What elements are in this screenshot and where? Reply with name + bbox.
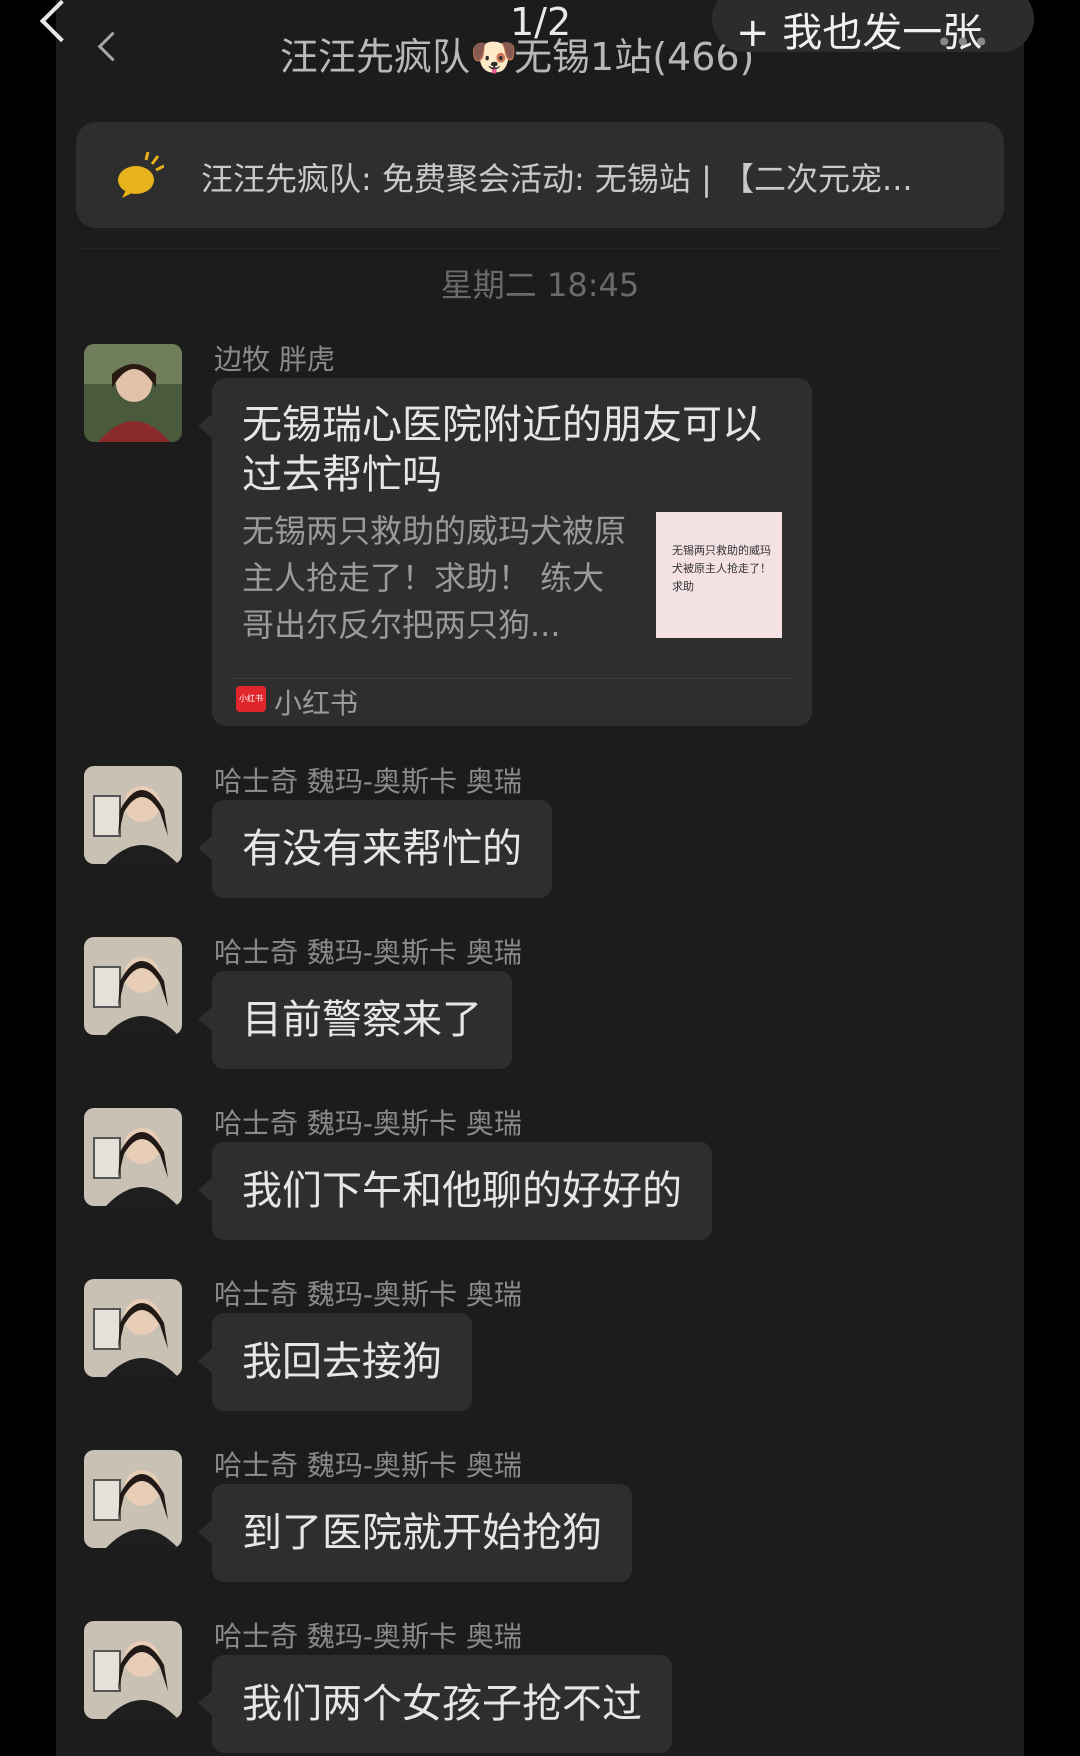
avatar[interactable] — [84, 766, 182, 864]
message-bubble[interactable]: 我们两个女孩子抢不过 — [198, 1655, 672, 1753]
group-notice-bar[interactable]: 汪汪先疯队: 免费聚会活动: 无锡站 | 【二次元宠... — [76, 122, 1004, 228]
sender-name: 哈士奇 魏玛-奥斯卡 奥瑞 — [214, 1107, 522, 1140]
header: 汪汪先疯队🐶无锡1站(466) 1/2 + 我也发一张 ••• — [0, 0, 1080, 100]
message-bubble[interactable]: 到了医院就开始抢狗 — [198, 1484, 632, 1582]
sender-name: 哈士奇 魏玛-奥斯卡 奥瑞 — [214, 936, 522, 969]
avatar[interactable] — [84, 1108, 182, 1206]
message-bubble[interactable]: 我回去接狗 — [198, 1313, 472, 1411]
link-thumbnail: 无锡两只救助的威玛犬被原主人抢走了！求助 — [656, 512, 782, 638]
divider — [76, 248, 1004, 249]
megaphone-icon — [118, 152, 164, 198]
divider — [228, 678, 796, 679]
share-button[interactable]: + 我也发一张 ••• — [712, 0, 1034, 59]
link-title: 无锡瑞心医院附近的朋友可以过去帮忙吗 — [242, 402, 762, 498]
notice-text: 汪汪先疯队: 免费聚会活动: 无锡站 | 【二次元宠... — [201, 160, 913, 198]
sender-name: 边牧 胖虎 — [214, 343, 335, 376]
dog-emoji-icon: 🐶 — [470, 35, 518, 79]
sender-name: 哈士奇 魏玛-奥斯卡 奥瑞 — [214, 1278, 522, 1311]
timestamp: 星期二 18:45 — [440, 266, 640, 304]
back-icon[interactable] — [97, 31, 128, 62]
avatar[interactable] — [84, 344, 182, 442]
link-description: 无锡两只救助的威玛犬被原主人抢走了！求助！ 练大哥出尔反尔把两只狗... — [242, 512, 627, 644]
message-bubble[interactable]: 有没有来帮忙的 — [198, 800, 552, 898]
more-icon[interactable]: ••• — [936, 26, 992, 59]
sender-name: 哈士奇 魏玛-奥斯卡 奥瑞 — [214, 765, 522, 798]
avatar[interactable] — [84, 1450, 182, 1548]
sender-name: 哈士奇 魏玛-奥斯卡 奥瑞 — [214, 1449, 522, 1482]
page-counter: 1/2 — [510, 0, 572, 44]
message-bubble[interactable]: 目前警察来了 — [198, 971, 512, 1069]
shared-link-card[interactable]: 无锡瑞心医院附近的朋友可以过去帮忙吗 无锡两只救助的威玛犬被原主人抢走了！求助！… — [198, 378, 812, 726]
avatar[interactable] — [84, 1621, 182, 1719]
message-bubble[interactable]: 我们下午和他聊的好好的 — [198, 1142, 712, 1240]
chat-title-prefix: 汪汪先疯队 — [280, 35, 471, 79]
thumbnail-text: 无锡两只救助的威玛犬被原主人抢走了！求助 — [672, 544, 771, 593]
avatar[interactable] — [84, 1279, 182, 1377]
viewer-back-icon[interactable] — [39, 0, 83, 43]
link-source: 小红书 — [274, 687, 359, 720]
avatar[interactable] — [84, 937, 182, 1035]
sender-name: 哈士奇 魏玛-奥斯卡 奥瑞 — [214, 1620, 522, 1653]
xiaohongshu-icon: 小红书 — [236, 686, 266, 712]
